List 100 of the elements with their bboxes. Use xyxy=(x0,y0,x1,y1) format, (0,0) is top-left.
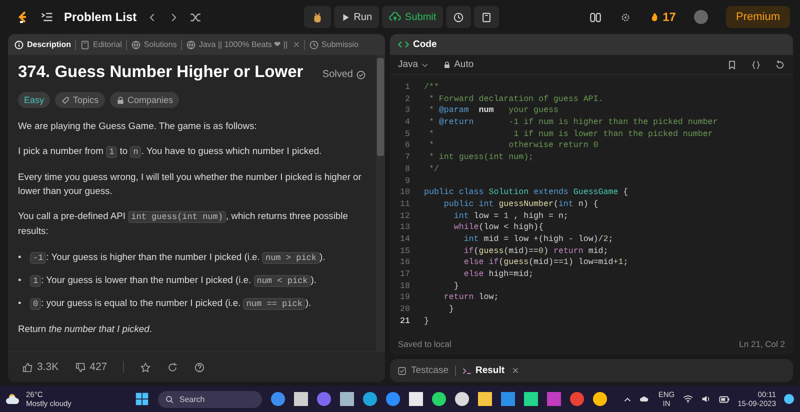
windows-start-icon[interactable] xyxy=(135,392,150,406)
list-icon[interactable] xyxy=(40,10,54,24)
check-icon xyxy=(397,366,407,376)
streak-counter[interactable]: 17 xyxy=(648,10,676,24)
onedrive-cloud-icon[interactable] xyxy=(640,394,650,404)
language-dropdown[interactable]: Java xyxy=(398,59,430,70)
settings-icon[interactable] xyxy=(620,12,631,22)
line-number: 10 xyxy=(399,187,410,199)
help-icon[interactable] xyxy=(194,362,206,372)
line-number: 16 xyxy=(399,257,410,269)
line-number: 11 xyxy=(399,198,410,211)
check-circle-icon xyxy=(356,70,366,80)
avatar[interactable] xyxy=(694,10,708,24)
save-status: Saved to local xyxy=(398,339,452,349)
close-icon[interactable] xyxy=(292,40,301,49)
result-list-item: • 0 : your guess is equal to the number I picked (i.e. num == pick ). xyxy=(18,296,312,312)
description-paragraph: We are playing the Guess Game. The game is as follows: xyxy=(18,119,258,133)
alarm-clock-icon xyxy=(453,12,464,22)
tag-button[interactable]: Topics xyxy=(55,92,105,108)
code-line: public int guessNumber(int n) { xyxy=(442,198,598,211)
scrollbar-thumb[interactable] xyxy=(377,58,384,156)
description-paragraph: You call a pre-defined API int guess(int num) , which returns three possible results: xyxy=(18,209,349,238)
notes-button[interactable] xyxy=(474,6,500,28)
description-paragraph: Every time you guess wrong, I will tell you whether the number I picked is higher or lower than your guess. xyxy=(18,170,362,198)
play-icon xyxy=(340,12,350,22)
star-icon[interactable] xyxy=(140,362,152,372)
tab[interactable]: Java || 1000% Beats ❤ || xyxy=(184,40,289,50)
line-number: 13 xyxy=(399,222,410,234)
clock-icon xyxy=(308,40,319,50)
braces-icon[interactable] xyxy=(751,60,761,70)
return-paragraph: Return the number that I picked. xyxy=(18,322,153,336)
like-button[interactable]: 3.3K xyxy=(22,361,59,373)
tab[interactable]: Description xyxy=(13,40,72,50)
run-button[interactable]: Run xyxy=(334,6,380,28)
code-line: * Forward declaration of guess API. xyxy=(428,94,604,106)
battery-icon[interactable] xyxy=(718,394,730,404)
line-number: 4 xyxy=(404,117,410,129)
solved-status: Solved xyxy=(322,69,366,80)
tag-button[interactable]: Companies xyxy=(110,92,180,108)
line-number: 8 xyxy=(404,164,410,176)
code-line: * @return -1 if num is higher than the picked number xyxy=(428,117,718,129)
dislike-button[interactable]: 427 xyxy=(74,361,108,373)
close-icon[interactable] xyxy=(510,366,520,375)
wifi-icon[interactable] xyxy=(682,394,693,404)
thumbs-down-icon xyxy=(74,362,86,372)
line-number: 1 xyxy=(404,82,410,94)
line-number: 21 xyxy=(399,316,410,328)
problem-list-link[interactable]: Problem List xyxy=(64,10,137,24)
search-icon xyxy=(165,394,174,404)
code-line: } xyxy=(448,304,454,316)
code-brackets-icon xyxy=(398,39,409,50)
auto-mode-toggle[interactable]: Auto xyxy=(443,59,474,70)
code-line: public class Solution extends GuessGame { xyxy=(424,187,628,199)
result-list-item: • 1 : Your guess is lower than the number I picked (i.e. num < pick ). xyxy=(18,273,318,289)
line-number: 20 xyxy=(399,304,410,316)
line-number: 6 xyxy=(404,140,410,152)
line-number: 9 xyxy=(404,176,410,188)
difficulty-badge: Easy xyxy=(18,92,50,108)
line-number: 12 xyxy=(399,210,410,222)
layout-icon[interactable] xyxy=(588,10,602,24)
tab[interactable]: Submissio xyxy=(308,40,360,50)
notification-badge[interactable] xyxy=(784,394,794,404)
thumbs-up-icon xyxy=(22,362,33,372)
share-icon[interactable] xyxy=(167,362,178,372)
panel-title: Code xyxy=(413,39,437,50)
tab[interactable]: Editorial xyxy=(79,40,123,50)
code-line: * int guess(int num); xyxy=(428,152,534,164)
description-paragraph: I pick a number from 1 to n . You have to guess which number I picked. xyxy=(18,144,323,159)
info-icon xyxy=(14,40,24,50)
line-number: 2 xyxy=(404,94,410,106)
code-line: int mid = low +(high - low)/2; xyxy=(462,234,614,246)
reset-icon[interactable] xyxy=(775,60,785,70)
console-tab[interactable]: Testcase xyxy=(397,365,448,376)
line-number: 14 xyxy=(399,234,410,246)
cursor-position: Ln 21, Col 2 xyxy=(739,339,785,349)
terminal-icon xyxy=(462,366,472,376)
code-line: */ xyxy=(428,164,439,176)
code-line: } xyxy=(452,280,459,292)
cloud-upload-icon xyxy=(389,11,402,23)
timer-button[interactable] xyxy=(446,6,472,28)
console-tab[interactable]: Result xyxy=(462,365,505,376)
debug-button[interactable] xyxy=(304,6,331,28)
code-line: int low = 1 , high = n; xyxy=(452,210,568,222)
cloud-sun-icon xyxy=(6,391,22,407)
bookmark-icon[interactable] xyxy=(727,60,737,70)
code-line: return low; xyxy=(442,292,499,304)
line-number: 18 xyxy=(399,280,410,292)
code-line: else high=mid; xyxy=(462,269,534,281)
tab[interactable]: Solutions xyxy=(130,40,178,50)
taskbar-search[interactable]: Search xyxy=(158,390,262,408)
book-icon xyxy=(80,40,90,50)
premium-button[interactable]: Premium xyxy=(726,6,790,28)
document-icon xyxy=(481,12,492,22)
shuffle-icon[interactable] xyxy=(188,10,202,24)
line-number: 15 xyxy=(399,246,410,258)
submit-button[interactable]: Submit xyxy=(382,6,444,28)
lock-icon xyxy=(443,60,452,68)
speaker-icon[interactable] xyxy=(700,394,711,404)
lock-icon xyxy=(116,96,125,104)
line-number: 5 xyxy=(404,128,410,140)
